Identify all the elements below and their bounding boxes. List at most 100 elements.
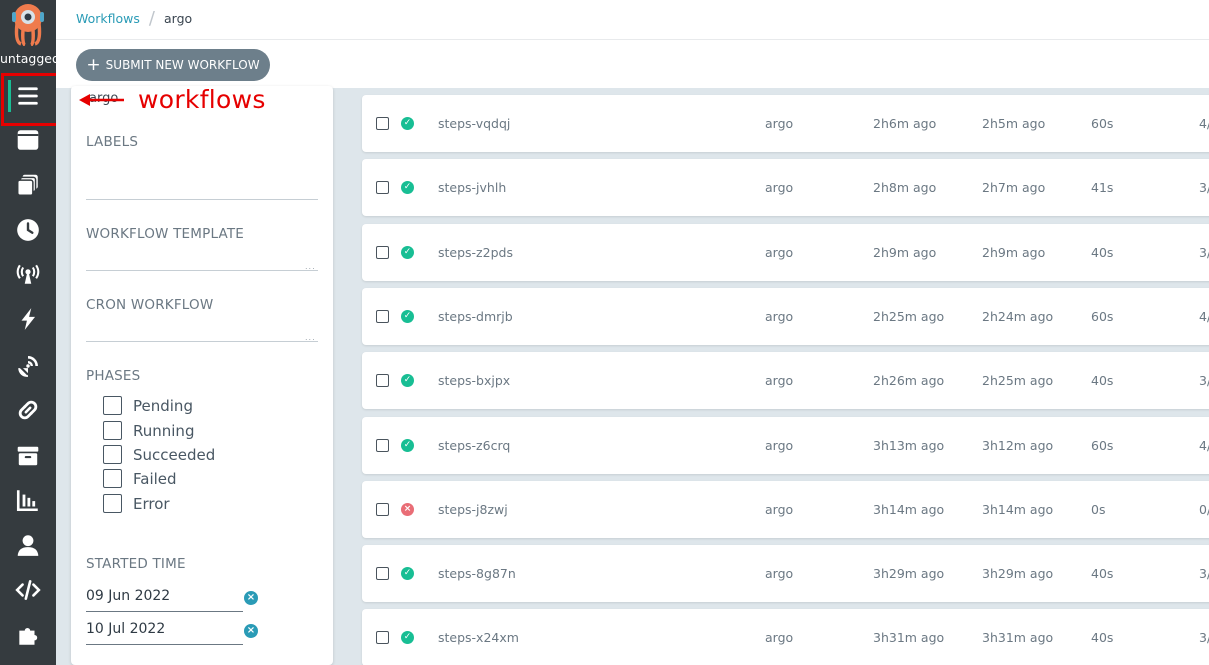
checkbox-icon <box>103 494 122 513</box>
workflow-started: 2h26m ago <box>873 373 945 389</box>
sensors-icon[interactable] <box>12 303 44 335</box>
workflow-started: 2h6m ago <box>873 116 937 131</box>
breadcrumb-namespace: argo <box>164 11 193 26</box>
workflow-started: 2h9m ago <box>873 244 937 260</box>
workflow-namespace: argo <box>765 373 794 389</box>
cron-workflow-filter-input[interactable] <box>86 341 318 342</box>
phase-label: Failed <box>133 469 177 488</box>
workflow-progress: 0/ <box>1199 501 1209 517</box>
row-select-checkbox[interactable] <box>376 502 389 516</box>
phase-label: Running <box>133 421 195 440</box>
workflow-finished: 3h14m ago <box>982 501 1054 517</box>
workflow-row[interactable]: ✓ steps-vqdqj argo 2h6m ago 2h5m ago 60s 4/ <box>362 95 1209 152</box>
workflow-progress: 3/ <box>1199 180 1209 196</box>
row-select-checkbox[interactable] <box>376 309 389 323</box>
phase-checkbox-error[interactable]: Error <box>103 494 170 513</box>
labels-filter-input[interactable] <box>86 199 318 200</box>
user-icon[interactable] <box>12 529 44 561</box>
checkbox-icon <box>103 469 122 488</box>
workflow-finished: 2h7m ago <box>982 180 1046 196</box>
workflow-namespace: argo <box>765 308 794 324</box>
status-succeeded-icon: ✓ <box>401 245 414 259</box>
dropdown-dots-icon: ... <box>305 333 316 342</box>
reports-icon[interactable] <box>12 484 44 516</box>
status-error-icon: × <box>401 502 414 516</box>
workflow-started: 3h14m ago <box>873 501 945 517</box>
workflow-name[interactable]: steps-j8zwj <box>438 502 508 517</box>
workflow-row[interactable]: ✓ steps-bxjpx argo 2h26m ago 2h25m ago 40s 3/ <box>362 352 1209 410</box>
workflow-started: 2h8m ago <box>873 180 937 196</box>
workflow-duration: 40s <box>1091 566 1114 582</box>
workflow-templates-icon[interactable] <box>12 124 44 156</box>
row-select-checkbox[interactable] <box>376 567 389 581</box>
workflow-duration: 40s <box>1091 630 1114 646</box>
workflow-progress: 4/ <box>1199 116 1209 131</box>
workflow-row[interactable]: ✓ steps-z2pds argo 2h9m ago 2h9m ago 40s 3/ <box>362 223 1209 281</box>
workflow-duration: 40s <box>1091 373 1114 389</box>
status-succeeded-icon: ✓ <box>401 438 414 452</box>
toolbar: + SUBMIT NEW WORKFLOW <box>56 40 1209 88</box>
phase-checkbox-failed[interactable]: Failed <box>103 469 177 488</box>
workflow-row[interactable]: ✓ steps-z6crq argo 3h13m ago 3h12m ago 60s 4/ <box>362 416 1209 474</box>
workflow-row[interactable]: ✓ steps-x24xm argo 3h31m ago 3h31m ago 40s 3/ <box>362 609 1209 665</box>
event-sources-icon[interactable] <box>12 258 44 290</box>
api-docs-icon[interactable] <box>12 574 44 606</box>
row-select-checkbox[interactable] <box>376 245 389 259</box>
annotation-arrow-icon <box>79 94 124 106</box>
checkbox-icon <box>103 421 122 440</box>
workflow-row[interactable]: × steps-j8zwj argo 3h14m ago 3h14m ago 0s 0/ <box>362 480 1209 538</box>
phase-label: Succeeded <box>133 445 216 464</box>
submit-new-workflow-button[interactable]: + SUBMIT NEW WORKFLOW <box>76 49 270 81</box>
row-select-checkbox[interactable] <box>376 438 389 452</box>
workflow-started: 2h25m ago <box>873 308 945 324</box>
row-select-checkbox[interactable] <box>376 181 389 195</box>
filters-panel: argo LABELS WORKFLOW TEMPLATE ... CRON W… <box>71 86 333 665</box>
status-succeeded-icon: ✓ <box>401 181 414 195</box>
breadcrumb-separator: / <box>148 8 155 29</box>
workflow-started: 3h29m ago <box>873 566 945 582</box>
workflow-name[interactable]: steps-dmrjb <box>438 309 513 324</box>
row-select-checkbox[interactable] <box>376 117 389 130</box>
row-select-checkbox[interactable] <box>376 374 389 388</box>
workflow-name[interactable]: steps-vqdqj <box>438 116 510 131</box>
workflow-finished: 3h12m ago <box>982 437 1054 453</box>
archived-workflows-icon[interactable] <box>12 440 44 472</box>
cron-workflow-filter-title: CRON WORKFLOW <box>86 297 214 313</box>
workflow-finished: 3h29m ago <box>982 566 1054 582</box>
workflow-row[interactable]: ✓ steps-dmrjb argo 2h25m ago 2h24m ago 60s 4/ <box>362 287 1209 345</box>
workflow-finished: 2h24m ago <box>982 308 1054 324</box>
workflow-name[interactable]: steps-z2pds <box>438 245 513 260</box>
phase-checkbox-succeeded[interactable]: Succeeded <box>103 445 215 464</box>
workflow-duration: 0s <box>1091 501 1106 517</box>
breadcrumb-workflows-link[interactable]: Workflows <box>76 11 140 26</box>
workflow-name[interactable]: steps-jvhlh <box>438 180 506 195</box>
workflow-template-filter-title: WORKFLOW TEMPLATE <box>86 226 245 242</box>
workflow-row[interactable]: ✓ steps-8g87n argo 3h29m ago 3h29m ago 40s 3/ <box>362 545 1209 603</box>
workflow-template-filter-input[interactable] <box>86 270 318 271</box>
cluster-workflow-templates-icon[interactable] <box>12 169 44 201</box>
event-flow-icon[interactable] <box>12 350 44 382</box>
phase-checkbox-running[interactable]: Running <box>103 421 194 440</box>
workflow-name[interactable]: steps-x24xm <box>438 630 519 645</box>
workflow-eventbindings-icon[interactable] <box>12 394 44 426</box>
workflow-namespace: argo <box>765 116 794 131</box>
clear-date-from-icon[interactable]: × <box>244 591 258 605</box>
version-label: untagged <box>0 51 56 66</box>
workflow-finished: 2h9m ago <box>982 244 1046 260</box>
phase-checkbox-pending[interactable]: Pending <box>103 396 193 415</box>
date-from-input[interactable]: 09 Jun 2022 <box>86 584 243 612</box>
workflow-name[interactable]: steps-8g87n <box>438 566 516 581</box>
workflow-row[interactable]: ✓ steps-jvhlh argo 2h8m ago 2h7m ago 41s 3/ <box>362 159 1209 217</box>
workflow-name[interactable]: steps-bxjpx <box>438 373 510 388</box>
checkbox-icon <box>103 396 122 415</box>
workflow-name[interactable]: steps-z6crq <box>438 438 510 453</box>
annotation-label: workflows <box>138 85 266 114</box>
plugins-icon[interactable] <box>12 619 44 651</box>
date-to-input[interactable]: 10 Jul 2022 <box>86 617 243 645</box>
cron-workflows-icon[interactable] <box>12 214 44 246</box>
workflow-namespace: argo <box>765 501 794 517</box>
clear-date-to-icon[interactable]: × <box>244 624 258 638</box>
row-select-checkbox[interactable] <box>376 631 389 645</box>
argo-logo-icon[interactable] <box>9 2 47 47</box>
workflow-namespace: argo <box>765 630 794 646</box>
